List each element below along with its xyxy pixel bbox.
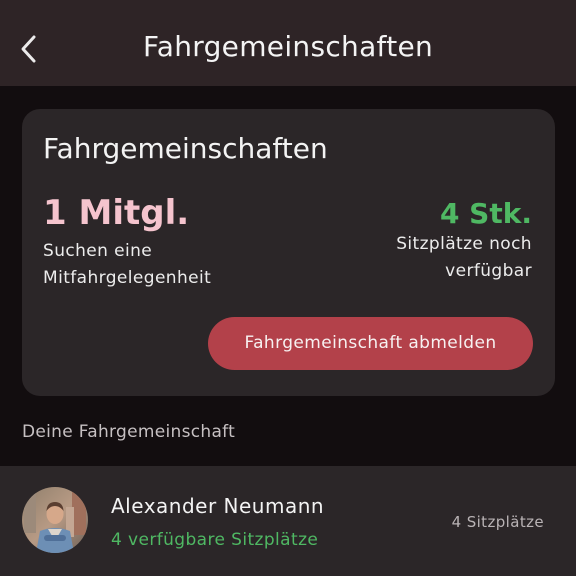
carpool-summary-card: Fahrgemeinschaften 1 Mitgl. Suchen eine …: [22, 109, 555, 396]
navigation-bar: Fahrgemeinschaften: [0, 0, 576, 86]
seats-description-line: verfügbar: [445, 261, 532, 281]
app-screen: Fahrgemeinschaften Fahrgemeinschaften 1 …: [0, 0, 576, 576]
member-total-seats: 4 Sitzplätze: [451, 513, 544, 531]
member-name: Alexander Neumann: [111, 494, 325, 518]
members-description-line: Suchen eine: [43, 241, 153, 261]
avatar-photo: [22, 487, 88, 553]
list-item[interactable]: Alexander Neumann 4 verfügbare Sitzplätz…: [0, 466, 576, 576]
members-description-line: Mitfahrgelegenheit: [43, 268, 212, 288]
page-title: Fahrgemeinschaften: [142, 30, 434, 63]
leave-carpool-button[interactable]: Fahrgemeinschaft abmelden: [208, 317, 533, 370]
seats-count: 4 Stk.: [439, 197, 532, 230]
seats-description: Sitzplätze noch verfügbar: [332, 231, 532, 285]
card-title: Fahrgemeinschaften: [43, 132, 328, 165]
members-description: Suchen eine Mitfahrgelegenheit: [43, 238, 283, 292]
member-available-seats: 4 verfügbare Sitzplätze: [111, 530, 319, 550]
section-label: Deine Fahrgemeinschaft: [22, 422, 236, 442]
avatar: [22, 487, 88, 553]
members-count: 1 Mitgl.: [43, 193, 190, 233]
seats-description-line: Sitzplätze noch: [396, 234, 532, 254]
